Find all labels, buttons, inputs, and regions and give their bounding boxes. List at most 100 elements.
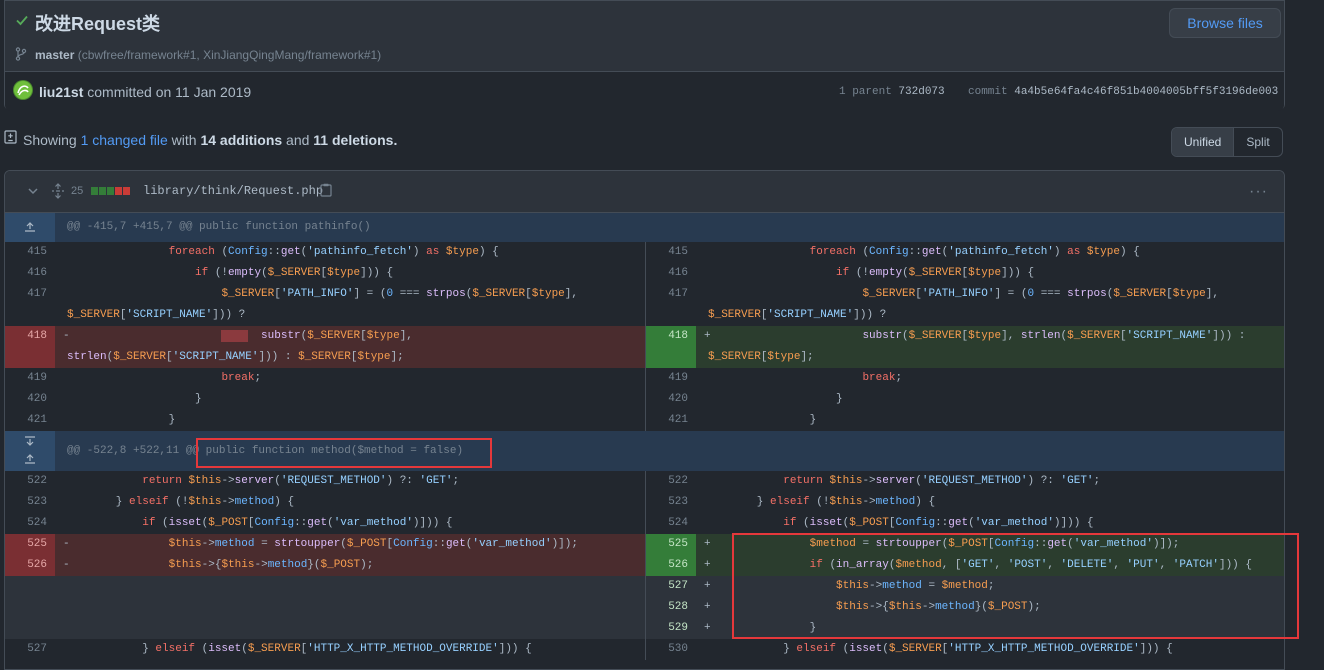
line-number[interactable]: 525 (646, 534, 696, 555)
line-number[interactable]: 524 (646, 513, 696, 534)
diff-row: 416 if (!empty($_SERVER[$type])) { 416 i… (5, 263, 1284, 284)
diff-row: 419 break; 419 break; (5, 368, 1284, 389)
commit-title: 改进Request类 (35, 14, 161, 34)
code-line: if (isset($_POST[Config::get('var_method… (142, 517, 453, 529)
line-number[interactable]: 417 (646, 284, 696, 305)
line-number[interactable]: 529 (646, 618, 696, 639)
diff-row: $_SERVER['SCRIPT_NAME'])) ? $_SERVER['SC… (5, 305, 1284, 326)
line-number[interactable]: 527 (5, 639, 55, 660)
code-line: break; (221, 372, 262, 384)
commit-header: 改进Request类 master (cbwfree/framework#1, … (4, 0, 1285, 111)
code-line: $_SERVER['PATH_INFO'] = (0 === strpos($_… (862, 288, 1219, 300)
file-path[interactable]: library/think/Request.php (143, 184, 323, 198)
expand-button[interactable] (5, 431, 55, 471)
diff-row: 417 $_SERVER['PATH_INFO'] = (0 === strpo… (5, 284, 1284, 305)
deletions-count: 11 deletions. (313, 132, 398, 148)
line-number[interactable]: 524 (5, 513, 55, 534)
code-line: } elseif (!$this->method) { (704, 496, 936, 508)
commit-meta: liu21st committed on 11 Jan 2019 1 paren… (5, 71, 1284, 111)
diffstat-block (115, 187, 122, 195)
line-number[interactable]: 526 (646, 555, 696, 576)
hunk-header: @@ -415,7 +415,7 @@ public function path… (5, 213, 1284, 242)
browse-files-button[interactable]: Browse files (1169, 8, 1281, 38)
commit-sha-info: commit 4a4b5e64fa4c46f851b4004005bff5f31… (968, 86, 1278, 98)
line-number[interactable]: 522 (5, 471, 55, 492)
code-line: } (704, 393, 843, 405)
avatar[interactable] (13, 80, 33, 100)
line-number[interactable]: 418 (646, 326, 696, 347)
diff-row: 421 } 421 } (5, 410, 1284, 431)
line-number[interactable]: 420 (646, 389, 696, 410)
branch-name[interactable]: master (35, 48, 74, 62)
diffstat-block (91, 187, 98, 195)
line-number[interactable]: 421 (5, 410, 55, 431)
annotation-box (732, 533, 1299, 639)
file-header: 25 library/think/Request.php ··· (5, 171, 1284, 213)
author-name[interactable]: liu21st (39, 84, 83, 100)
additions-count: 14 additions (200, 132, 283, 148)
diff-file-icon[interactable] (4, 130, 17, 144)
check-icon (16, 15, 28, 26)
line-number[interactable]: 527 (646, 576, 696, 597)
branch-info: master (cbwfree/framework#1, XinJiangQin… (35, 48, 381, 62)
line-number[interactable]: 525 (5, 534, 55, 555)
code-line: if (!empty($_SERVER[$type])) { (195, 267, 394, 279)
line-number[interactable]: 416 (646, 263, 696, 284)
diff-row: 522 return $this->server('REQUEST_METHOD… (5, 471, 1284, 492)
copy-icon[interactable] (320, 183, 332, 197)
code-line: break; (862, 372, 903, 384)
diff-row: 523 } elseif (!$this->method) { 523 } el… (5, 492, 1284, 513)
annotation-box (196, 438, 492, 468)
line-number[interactable]: 528 (646, 597, 696, 618)
change-count: 25 (71, 185, 84, 197)
toc-with: with (171, 132, 197, 148)
chevron-down-icon[interactable] (27, 185, 39, 197)
line-number[interactable]: 415 (5, 242, 55, 263)
code-line: } elseif (isset($_SERVER['HTTP_X_HTTP_ME… (63, 643, 532, 655)
diffstat (91, 187, 130, 195)
expand-up-icon (25, 222, 35, 232)
line-number[interactable]: 417 (5, 284, 55, 305)
diffstat-block (107, 187, 114, 195)
line-number[interactable]: 419 (646, 368, 696, 389)
diff-row: strlen($_SERVER['SCRIPT_NAME'])) : $_SER… (5, 347, 1284, 368)
diffstat-block (99, 187, 106, 195)
commit-date: committed on 11 Jan 2019 (87, 84, 252, 100)
line-number[interactable]: 420 (5, 389, 55, 410)
code-line: $_SERVER['PATH_INFO'] = (0 === strpos($_… (221, 288, 578, 300)
line-number[interactable]: 421 (646, 410, 696, 431)
line-number[interactable]: 415 (646, 242, 696, 263)
line-number[interactable]: 419 (5, 368, 55, 389)
changed-files-link[interactable]: 1 changed file (81, 132, 168, 148)
expand-up-icon (25, 454, 35, 464)
code-line: foreach (Config::get('pathinfo_fetch') a… (168, 246, 499, 258)
unified-view-button[interactable]: Unified (1172, 128, 1235, 156)
split-view-button[interactable]: Split (1234, 128, 1281, 156)
diff-row: 527 } elseif (isset($_SERVER['HTTP_X_HTT… (5, 639, 1284, 660)
parent-sha-link[interactable]: 732d073 (898, 86, 944, 98)
line-number[interactable]: 523 (5, 492, 55, 513)
expand-all-icon[interactable] (51, 183, 65, 199)
commit-label: commit (968, 86, 1008, 98)
parent-info: 1 parent 732d073 (839, 86, 945, 98)
deleted-line: strlen($_SERVER['SCRIPT_NAME'])) : $_SER… (55, 347, 645, 368)
code-line: } elseif (!$this->method) { (63, 496, 295, 508)
code-line: if (!empty($_SERVER[$type])) { (836, 267, 1035, 279)
expand-up-button[interactable] (5, 213, 55, 242)
toc-showing: Showing (23, 132, 77, 148)
diff-row: 420 } 420 } (5, 389, 1284, 410)
diff-view-toggle: Unified Split (1171, 127, 1283, 157)
expand-down-icon (25, 436, 35, 446)
code-line: foreach (Config::get('pathinfo_fetch') a… (809, 246, 1140, 258)
line-number[interactable]: 526 (5, 555, 55, 576)
line-number[interactable]: 418 (5, 326, 55, 347)
diff-summary: Showing 1 changed file with 14 additions… (23, 132, 397, 148)
line-number[interactable]: 523 (646, 492, 696, 513)
code-line: } elseif (isset($_SERVER['HTTP_X_HTTP_ME… (704, 643, 1173, 655)
line-number[interactable]: 522 (646, 471, 696, 492)
line-number[interactable]: 530 (646, 639, 696, 660)
line-number[interactable]: 416 (5, 263, 55, 284)
code-line: if (isset($_POST[Config::get('var_method… (783, 517, 1094, 529)
code-line: } (63, 414, 176, 426)
more-options-icon[interactable]: ··· (1249, 183, 1268, 201)
